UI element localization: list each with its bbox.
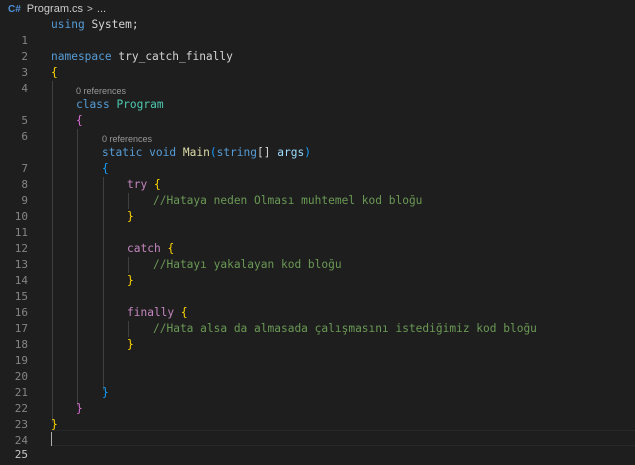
brace: { <box>51 66 58 79</box>
brace: } <box>51 418 58 431</box>
code-line[interactable]: 11 } <box>0 209 635 239</box>
breadcrumb: C# Program.cs > ... <box>0 0 635 18</box>
line-number: 25 <box>14 448 28 461</box>
parameter: args <box>277 146 305 159</box>
code-line[interactable]: 12 <box>0 225 635 255</box>
keyword: finally <box>127 306 175 319</box>
code-line[interactable]: 13 catch { <box>0 241 635 271</box>
code-line[interactable]: 19 } <box>0 337 635 367</box>
code-line[interactable]: 1 using System; <box>0 17 635 47</box>
code-line[interactable]: 23 } <box>0 401 635 431</box>
brace: { <box>153 178 161 191</box>
code-line[interactable]: 20 <box>0 353 635 383</box>
comment: //Hatayı yakalayan kod bloğu <box>153 258 342 271</box>
brace: { <box>102 162 109 175</box>
text-cursor <box>51 432 52 446</box>
breadcrumb-more[interactable]: ... <box>97 3 106 15</box>
array-brackets: [] <box>257 146 271 159</box>
code-line[interactable]: 5 class Program <box>0 97 635 127</box>
code-line[interactable]: 3 namespace try_catch_finally <box>0 49 635 79</box>
brace: { <box>76 114 83 127</box>
code-editor[interactable]: C# Program.cs > ... 1 using System; 2 3 … <box>0 0 635 465</box>
breadcrumb-file[interactable]: Program.cs <box>27 3 83 15</box>
code-line[interactable]: 17 finally { <box>0 305 635 335</box>
chevron-right-icon: > <box>87 3 93 15</box>
codelens-references[interactable]: 0 references <box>76 85 126 97</box>
namespace-name: try_catch_finally <box>118 50 233 63</box>
keyword: catch <box>127 242 161 255</box>
brace: } <box>127 274 134 287</box>
code-line[interactable]: 10 //Hataya neden Olması muhtemel kod bl… <box>0 193 635 223</box>
keyword: static <box>102 146 143 159</box>
code-line[interactable]: 21 <box>0 369 635 399</box>
brace: { <box>180 306 188 319</box>
paren: ( <box>209 146 217 159</box>
line-number: 6 <box>21 130 28 143</box>
method-name: Main <box>182 146 210 159</box>
code-line[interactable]: 15 } <box>0 273 635 303</box>
brace: } <box>76 402 83 415</box>
codelens-references[interactable]: 0 references <box>102 133 152 145</box>
class-name: Program <box>116 98 164 111</box>
brace: } <box>127 338 134 351</box>
keyword: string <box>216 146 257 159</box>
namespace-name: System <box>91 18 132 31</box>
csharp-file-icon: C# <box>8 3 21 15</box>
keyword: class <box>76 98 110 111</box>
code-line[interactable]: 7 static void Main(string[] args) <box>0 145 635 175</box>
paren: ) <box>304 146 311 159</box>
code-line[interactable]: 9 try { <box>0 177 635 207</box>
keyword: using <box>51 18 85 31</box>
semicolon: ; <box>131 18 139 31</box>
code-line[interactable]: 4 { <box>0 65 635 95</box>
code-line[interactable]: 14 //Hatayı yakalayan kod bloğu <box>0 257 635 287</box>
comment: //Hata alsa da almasada çalışmasını iste… <box>153 322 537 335</box>
code-line[interactable]: 16 <box>0 289 635 319</box>
brace: } <box>102 386 109 399</box>
brace: { <box>167 242 175 255</box>
keyword: void <box>149 146 177 159</box>
code-line[interactable]: 18 //Hata alsa da almasada çalışmasını i… <box>0 321 635 351</box>
brace: } <box>127 210 134 223</box>
code-line[interactable]: 25 <box>0 431 635 461</box>
keyword: try <box>127 178 148 191</box>
line-number: 4 <box>21 82 28 95</box>
code-line[interactable]: 22 } <box>0 385 635 415</box>
code-line[interactable]: 8 { <box>0 161 635 191</box>
code-line[interactable]: 2 <box>0 33 635 63</box>
comment: //Hataya neden Olması muhtemel kod bloğu <box>153 194 423 207</box>
keyword: namespace <box>51 50 112 63</box>
code-line[interactable]: 6 { <box>0 113 635 143</box>
